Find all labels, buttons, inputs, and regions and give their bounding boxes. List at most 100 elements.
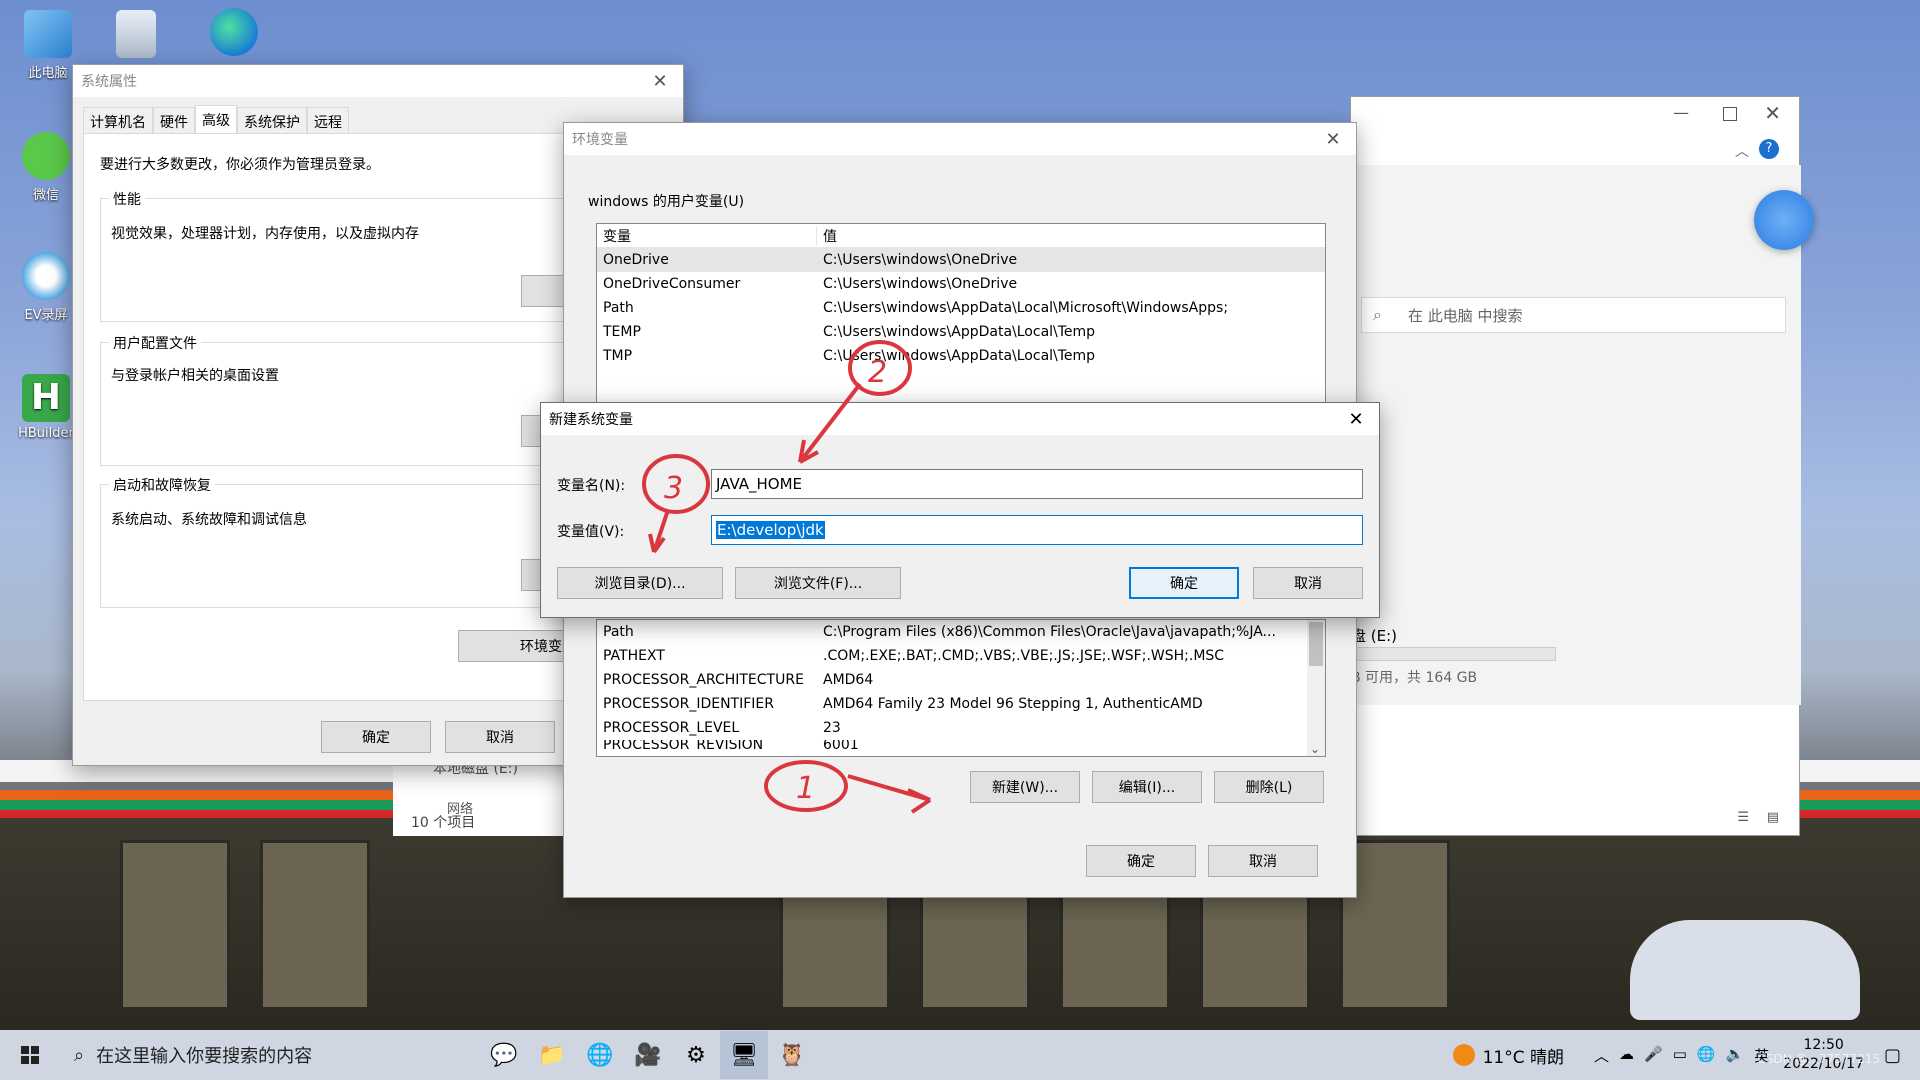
button-label: 新建(W)...: [991, 780, 1059, 796]
drive-label[interactable]: 盘 (E:): [1351, 625, 1397, 646]
list-item[interactable]: TMP C:\Users\windows\AppData\Local\Temp: [597, 344, 1325, 368]
settings-icon[interactable]: ⚙: [672, 1031, 720, 1079]
edge-icon[interactable]: 🌐: [576, 1031, 624, 1079]
close-icon[interactable]: ✕: [1333, 403, 1379, 435]
close-icon[interactable]: ✕: [637, 65, 683, 97]
column-header-value[interactable]: 值: [817, 226, 1325, 246]
var-value: C:\Users\windows\OneDrive: [823, 276, 1018, 292]
group-label: 启动和故障恢复: [109, 475, 215, 495]
var-name: OneDrive: [603, 252, 669, 268]
scrollbar[interactable]: ⌄: [1307, 620, 1325, 756]
admin-note: 要进行大多数更改，你必须作为管理员登录。: [100, 157, 380, 173]
tab-bar: 计算机名 硬件 高级 系统保护 远程: [83, 105, 349, 133]
ok-button[interactable]: 确定: [1086, 845, 1196, 877]
button-label: 浏览目录(D)...: [594, 576, 686, 592]
taskbar-search-box[interactable]: ⌕ 在这里输入你要搜索的内容: [60, 1030, 480, 1080]
ok-button[interactable]: 确定: [1129, 567, 1239, 599]
taskbar-search-placeholder: 在这里输入你要搜索的内容: [96, 1046, 313, 1067]
delete-variable-button[interactable]: 删除(L): [1214, 771, 1324, 803]
browse-directory-button[interactable]: 浏览目录(D)...: [557, 567, 723, 599]
list-item[interactable]: PATHEXT .COM;.EXE;.BAT;.CMD;.VBS;.VBE;.JS…: [597, 644, 1325, 668]
explorer-search-input[interactable]: 在 此电脑 中搜索: [1361, 297, 1786, 333]
edit-variable-button[interactable]: 编辑(I)...: [1092, 771, 1202, 803]
list-item[interactable]: Path C:\Users\windows\AppData\Local\Micro…: [597, 296, 1325, 320]
column-header-variable[interactable]: 变量: [597, 225, 817, 246]
desktop-icon-edge[interactable]: [196, 8, 272, 60]
user-vars-group-label: windows 的用户变量(U): [588, 194, 745, 210]
microphone-icon[interactable]: 🎤: [1644, 1045, 1663, 1066]
system-vars-list[interactable]: Path C:\Program Files (x86)\Common Files\…: [596, 619, 1326, 757]
cloud-icon[interactable]: ☁: [1619, 1045, 1634, 1066]
cancel-button[interactable]: 取消: [1208, 845, 1318, 877]
input-value: JAVA_HOME: [716, 475, 803, 493]
large-icons-view-icon[interactable]: ▤: [1767, 810, 1779, 825]
tab-hardware[interactable]: 硬件: [153, 107, 195, 133]
variable-name-input[interactable]: JAVA_HOME: [711, 469, 1363, 499]
button-label: 确定: [1127, 854, 1155, 870]
ev-recorder-icon[interactable]: 🎥: [624, 1031, 672, 1079]
system-properties-titlebar: 系统属性: [73, 65, 683, 97]
new-var-titlebar: 新建系统变量: [541, 403, 1379, 435]
browse-file-button[interactable]: 浏览文件(F)...: [735, 567, 901, 599]
desktop-icon-recycle-bin[interactable]: [98, 10, 174, 62]
ok-button[interactable]: 确定: [321, 721, 431, 753]
snow-covered-car: [1630, 920, 1860, 1020]
hbuilder-icon: H: [22, 374, 70, 422]
app-icon[interactable]: 🦉: [768, 1031, 816, 1079]
floating-assistant-icon[interactable]: [1754, 190, 1814, 250]
notification-icon[interactable]: ▢: [1884, 1045, 1920, 1066]
list-item[interactable]: PROCESSOR_IDENTIFIER AMD64 Family 23 Mode…: [597, 692, 1325, 716]
chevron-up-icon[interactable]: ︿: [1594, 1045, 1609, 1066]
network-icon[interactable]: 🌐: [1697, 1045, 1716, 1066]
details-view-icon[interactable]: ☰: [1737, 810, 1749, 825]
list-item[interactable]: Path C:\Program Files (x86)\Common Files\…: [597, 620, 1325, 644]
button-label: 确定: [362, 730, 390, 746]
windows-logo-icon: [21, 1046, 39, 1064]
variable-value-label: 变量值(V):: [557, 524, 625, 540]
var-value: AMD64: [823, 672, 874, 688]
var-value: C:\Users\windows\AppData\Local\Microsoft…: [823, 300, 1229, 316]
var-value: C:\Program Files (x86)\Common Files\Orac…: [823, 624, 1276, 640]
list-item[interactable]: PROCESSOR_LEVEL 23: [597, 716, 1325, 740]
system-properties-icon[interactable]: 🖥: [720, 1031, 768, 1079]
scrollbar-thumb[interactable]: [1309, 622, 1323, 666]
tab-remote[interactable]: 远程: [307, 107, 349, 133]
list-item[interactable]: PROCESSOR_ARCHITECTURE AMD64: [597, 668, 1325, 692]
start-button[interactable]: [0, 1031, 60, 1079]
tab-system-protection[interactable]: 系统保护: [237, 107, 307, 133]
tab-computer-name[interactable]: 计算机名: [83, 107, 153, 133]
button-label: 取消: [1294, 576, 1322, 592]
maximize-icon[interactable]: [1723, 107, 1737, 121]
file-explorer-icon[interactable]: 📁: [528, 1031, 576, 1079]
button-label: 浏览文件(F)...: [773, 576, 863, 592]
close-icon[interactable]: ✕: [1764, 101, 1781, 125]
list-item[interactable]: TEMP C:\Users\windows\AppData\Local\Temp: [597, 320, 1325, 344]
chevron-up-icon[interactable]: ︿: [1735, 141, 1749, 161]
minimize-icon[interactable]: —: [1673, 103, 1689, 122]
list-item[interactable]: PROCESSOR_REVISION 6001: [597, 740, 1325, 750]
close-icon[interactable]: ✕: [1310, 123, 1356, 155]
battery-icon[interactable]: ▭: [1673, 1045, 1687, 1066]
variable-value-input[interactable]: E:\develop\jdk: [711, 515, 1363, 545]
help-icon[interactable]: ?: [1759, 139, 1779, 159]
wechat-icon[interactable]: 💬: [480, 1031, 528, 1079]
input-value-selected: E:\develop\jdk: [716, 521, 825, 539]
weather-text: 11°C 晴朗: [1482, 1047, 1565, 1068]
cancel-button[interactable]: 取消: [1253, 567, 1363, 599]
weather-widget[interactable]: 11°C 晴朗: [1452, 1043, 1565, 1068]
chevron-down-icon[interactable]: ⌄: [1310, 742, 1320, 756]
volume-icon[interactable]: 🔈: [1726, 1045, 1745, 1066]
status-items-count: 10 个项目: [411, 815, 476, 831]
recycle-bin-icon: [116, 10, 156, 58]
var-value: 23: [823, 720, 841, 736]
explorer-content-bg: [1351, 165, 1801, 705]
explorer-window: — ✕ ︿ ? 在 此电脑 中搜索 ⌕ 盘 (E:) B 可用，共 164 GB…: [1350, 96, 1801, 836]
var-name: PROCESSOR_LEVEL: [603, 720, 740, 736]
list-item[interactable]: OneDrive C:\Users\windows\OneDrive: [597, 248, 1325, 272]
new-variable-button[interactable]: 新建(W)...: [970, 771, 1080, 803]
cancel-button[interactable]: 取消: [445, 721, 555, 753]
system-tray: ︿ ☁ 🎤 ▭ 🌐 🔈 英: [1594, 1045, 1769, 1066]
list-item[interactable]: OneDriveConsumer C:\Users\windows\OneDriv…: [597, 272, 1325, 296]
tab-advanced[interactable]: 高级: [195, 105, 237, 133]
button-label: 删除(L): [1245, 780, 1293, 796]
